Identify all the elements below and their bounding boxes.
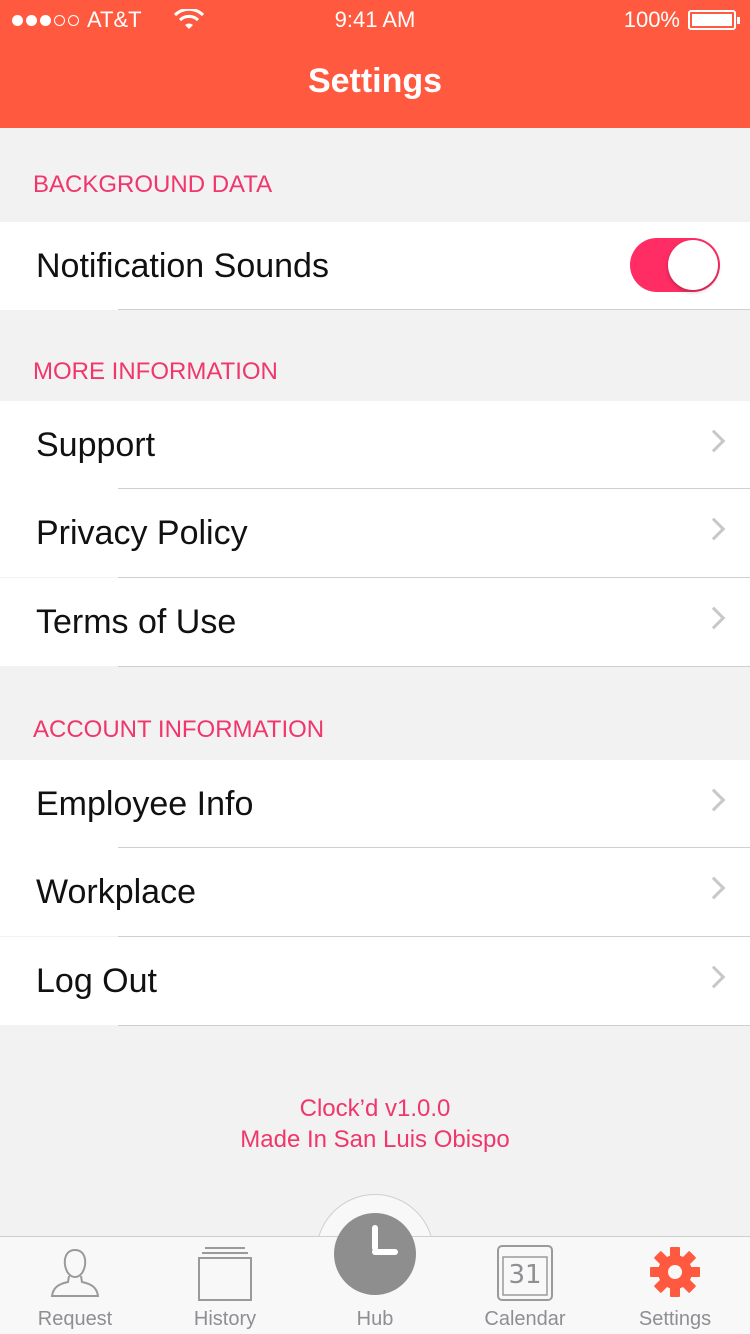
chevron-right-icon [702,876,726,900]
notification-sounds-toggle[interactable] [630,238,720,292]
log-out-row[interactable]: Log Out [0,937,750,1025]
chevron-right-icon [702,606,726,630]
privacy-policy-row[interactable]: Privacy Policy [0,489,750,577]
section-header-account-information: ACCOUNT INFORMATION [33,716,325,743]
divider [118,309,750,310]
tab-label: Hub [356,1308,394,1330]
person-icon [50,1248,100,1297]
tab-settings[interactable]: Settings [600,1236,750,1334]
section-header-background-data: BACKGROUND DATA [33,171,273,198]
divider [118,1025,750,1026]
calendar-day: 31 [508,1260,542,1290]
tab-label: History [193,1308,257,1330]
battery-icon [688,10,740,30]
terms-of-use-row[interactable]: Terms of Use [0,578,750,666]
tab-label: Settings [638,1308,712,1330]
tab-calendar[interactable]: 31 Calendar [450,1236,600,1334]
chevron-right-icon [702,429,726,453]
workplace-label: Workplace [36,873,196,911]
support-label: Support [36,426,156,464]
battery-percent: 100% [623,7,680,32]
terms-of-use-label: Terms of Use [36,603,237,641]
app-version: Clock’d v1.0.0 [299,1095,451,1122]
notification-sounds-label: Notification Sounds [36,247,329,285]
workplace-row[interactable]: Workplace [0,848,750,936]
log-out-label: Log Out [36,962,157,1000]
divider [118,666,750,667]
nav-header: AT&T 9:41 AM 100% Settings [0,0,750,128]
employee-info-label: Employee Info [36,785,254,823]
tab-hub[interactable]: Hub [300,1236,450,1334]
chevron-right-icon [702,965,726,989]
tab-history[interactable]: History [150,1236,300,1334]
employee-info-row[interactable]: Employee Info [0,760,750,848]
status-bar: AT&T 9:41 AM 100% [0,0,750,40]
section-header-more-information: MORE INFORMATION [33,358,278,385]
gear-icon [650,1247,700,1297]
tab-request[interactable]: Request [0,1236,150,1334]
status-right: 100% [623,7,740,33]
privacy-policy-label: Privacy Policy [36,514,248,552]
page-title: Settings [307,62,443,100]
toggle-knob [668,240,718,290]
tab-label: Request [37,1308,113,1330]
chevron-right-icon [702,517,726,541]
support-row[interactable]: Support [0,401,750,489]
stack-icon [198,1247,252,1301]
tab-label: Calendar [484,1308,566,1330]
notification-sounds-row: Notification Sounds [0,222,750,310]
made-in-text: Made In San Luis Obispo [240,1126,510,1153]
chevron-right-icon [702,788,726,812]
